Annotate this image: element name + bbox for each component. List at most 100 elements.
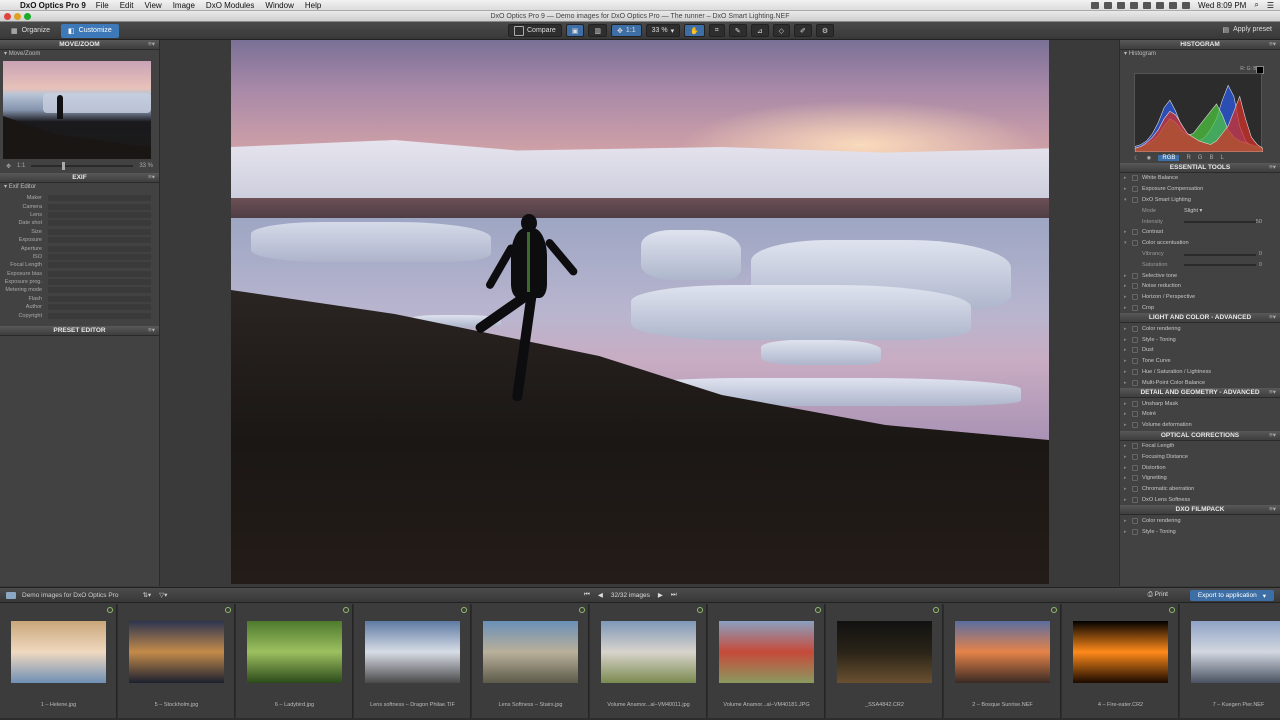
zoom-value-text[interactable]: 33 % (139, 163, 153, 169)
tool-row[interactable]: ▸ Horizon / Perspective (1120, 292, 1280, 303)
channel-rgb[interactable]: RGB (1158, 155, 1180, 161)
tool-checkbox[interactable] (1132, 175, 1138, 182)
vibrancy-value[interactable]: 0 (1259, 251, 1262, 257)
exif-field-input[interactable] (48, 279, 151, 286)
exif-field-input[interactable] (48, 262, 151, 269)
move-zoom-header[interactable]: MOVE/ZOOM ≡▾ (0, 40, 159, 50)
mode-dropdown[interactable]: Slight ▾ (1184, 208, 1202, 214)
prev-image-icon[interactable]: ◀ (598, 591, 603, 599)
expand-arrow-icon[interactable]: ▸ (1124, 454, 1132, 460)
apply-preset-button[interactable]: ▤ Apply preset (1222, 26, 1272, 34)
filmstrip-thumbnail[interactable] (129, 621, 224, 683)
expand-arrow-icon[interactable]: ▸ (1124, 411, 1132, 417)
tool-checkbox[interactable] (1132, 272, 1138, 279)
exif-field-input[interactable] (48, 195, 151, 202)
volume-icon[interactable] (1169, 1, 1178, 9)
expand-arrow-icon[interactable]: ▸ (1124, 229, 1132, 235)
tool-row[interactable]: ▸ Chromatic aberration (1120, 484, 1280, 495)
tool-row[interactable]: ▸ Distortion (1120, 462, 1280, 473)
filmstrip-item[interactable]: 6 – Ladybird.jpg (236, 604, 353, 718)
moon-icon[interactable]: ☾ (1134, 155, 1139, 162)
menu-edit[interactable]: Edit (120, 1, 134, 10)
tool-checkbox[interactable] (1132, 379, 1138, 386)
tool-crop-button[interactable]: ⌗ (708, 24, 725, 37)
expand-arrow-icon[interactable]: ▸ (1124, 358, 1132, 364)
filter-icon[interactable]: ▽▾ (159, 591, 167, 599)
filmstrip-item[interactable]: Volume Anamor...al–VM40011.jpg (590, 604, 707, 718)
tool-checkbox[interactable] (1132, 283, 1138, 290)
histogram-header[interactable]: HISTOGRAM ≡▾ (1120, 40, 1280, 50)
tool-row[interactable]: ▸ Focal Length (1120, 441, 1280, 452)
panel-options-icon[interactable]: ≡▾ (1269, 388, 1276, 398)
expand-arrow-icon[interactable]: ▸ (1124, 326, 1132, 332)
exif-header[interactable]: EXIF ≡▾ (0, 173, 159, 183)
tool-row[interactable]: ▸ Crop (1120, 303, 1280, 314)
expand-arrow-icon[interactable]: ▸ (1124, 443, 1132, 449)
expand-arrow-icon[interactable]: ▸ (1124, 283, 1132, 289)
tool-checkbox[interactable] (1132, 304, 1138, 311)
expand-arrow-icon[interactable]: ▸ (1124, 347, 1132, 353)
menu-image[interactable]: Image (173, 1, 195, 10)
tab-organize[interactable]: ▦ Organize (4, 24, 57, 38)
tool-checkbox[interactable] (1132, 336, 1138, 343)
export-to-application-button[interactable]: Export to application ▾ (1189, 590, 1274, 601)
channel-l[interactable]: L (1220, 155, 1223, 161)
exif-field-input[interactable] (48, 203, 151, 210)
tool-row[interactable]: ▸ Moiré (1120, 409, 1280, 420)
exif-field-input[interactable] (48, 245, 151, 252)
expand-arrow-icon[interactable]: ▸ (1124, 337, 1132, 343)
filmstrip-thumbnail[interactable] (247, 621, 342, 683)
filmstrip-item[interactable]: 2 – Bosque Sunrise.NEF (944, 604, 1061, 718)
tool-checkbox[interactable] (1132, 186, 1138, 193)
tool-checkbox[interactable] (1132, 229, 1138, 236)
detail-geometry-header[interactable]: DETAIL AND GEOMETRY - ADVANCED ≡▾ (1120, 388, 1280, 399)
image-viewer[interactable] (161, 40, 1118, 586)
intensity-value[interactable]: 50 (1256, 219, 1262, 225)
tool-checkbox[interactable] (1132, 517, 1138, 524)
move-icon[interactable]: ✥ (6, 163, 11, 170)
tool-dust-button[interactable]: ✐ (793, 24, 812, 37)
compare-button[interactable]: Compare (508, 24, 562, 37)
saturation-value[interactable]: 0 (1259, 262, 1262, 268)
tool-row[interactable]: ▸ Focusing Distance (1120, 451, 1280, 462)
last-image-icon[interactable]: ⏭ (671, 591, 677, 599)
vibrancy-slider[interactable] (1184, 253, 1256, 256)
tool-smart-lighting[interactable]: ▾ DxO Smart Lighting (1120, 195, 1280, 206)
tool-checkbox[interactable] (1132, 325, 1138, 332)
status-icon[interactable] (1091, 1, 1100, 9)
tool-row[interactable]: ▸ Multi-Point Color Balance (1120, 377, 1280, 388)
optical-corrections-header[interactable]: OPTICAL CORRECTIONS ≡▾ (1120, 430, 1280, 441)
tool-checkbox[interactable] (1132, 411, 1138, 418)
exif-field-input[interactable] (48, 270, 151, 277)
minimize-icon[interactable] (14, 13, 21, 20)
expand-arrow-icon[interactable]: ▸ (1124, 369, 1132, 375)
zoom-slider[interactable] (31, 162, 134, 170)
tool-row[interactable]: ▸ Tone Curve (1120, 356, 1280, 367)
filmstrip-item[interactable]: 5 – Stockholm.jpg (118, 604, 235, 718)
status-icon[interactable] (1130, 1, 1139, 9)
menu-help[interactable]: Help (305, 1, 321, 10)
expand-arrow-icon[interactable]: ▸ (1124, 380, 1132, 386)
status-icon[interactable] (1104, 1, 1113, 9)
tool-row[interactable]: ▸ Style - Toning (1120, 526, 1280, 537)
tool-settings-button[interactable]: ⚙ (815, 24, 835, 37)
tool-row[interactable]: ▸ Hue / Saturation / Lightness (1120, 367, 1280, 378)
exif-field-input[interactable] (48, 304, 151, 311)
filmstrip-thumbnail[interactable] (1073, 621, 1168, 683)
filmstrip-item[interactable]: Volume Anamor...al–VM40181.JPG (708, 604, 825, 718)
panel-options-icon[interactable]: ≡▾ (148, 326, 155, 336)
zoom-one-button[interactable]: ✥ 1:1 (611, 24, 642, 37)
tool-horizon-button[interactable]: ⊿ (750, 24, 769, 37)
zoom-one-text[interactable]: 1:1 (17, 163, 25, 169)
tool-contrast[interactable]: ▸ Contrast (1120, 227, 1280, 238)
filmstrip-item[interactable]: _SSA4842.CR2 (826, 604, 943, 718)
exif-field-input[interactable] (48, 295, 151, 302)
tool-hand-button[interactable]: ✋ (684, 24, 705, 37)
tool-checkbox[interactable] (1132, 464, 1138, 471)
expand-arrow-icon[interactable]: ▸ (1124, 465, 1132, 471)
next-image-icon[interactable]: ▶ (658, 591, 663, 599)
saturation-slider[interactable] (1184, 264, 1256, 267)
tool-color-accentuation[interactable]: ▾ Color accentuation (1120, 238, 1280, 249)
single-view-button[interactable]: ▣ (565, 24, 585, 37)
histogram-subheader[interactable]: ▾ Histogram (1120, 50, 1280, 59)
